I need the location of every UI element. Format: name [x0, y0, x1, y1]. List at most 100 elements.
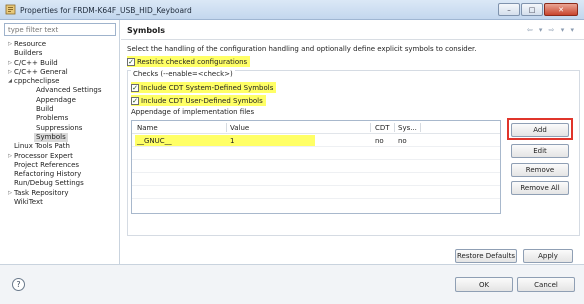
symbols-table[interactable]: Name Value CDT Sys... __GNUC__ 1 no no	[131, 120, 501, 214]
expand-arrow-icon[interactable]: ▷	[6, 59, 14, 68]
sidebar-item-cpp-general[interactable]: ▷ C/C++ General	[0, 68, 120, 77]
column-header-value[interactable]: Value	[230, 124, 249, 132]
restrict-configurations-label: Restrict checked configurations	[137, 57, 248, 66]
property-tree: ▷ Resource Builders ▷ C/C++ Build ▷ C/C+…	[0, 40, 120, 207]
symbol-name-cell: __GNUC__	[137, 137, 172, 145]
expand-arrow-icon[interactable]: ▷	[6, 40, 14, 49]
title-bar: Properties for FRDM-K64F_USB_HID_Keyboar…	[0, 0, 584, 20]
sidebar-item-label: C/C++ General	[14, 67, 68, 76]
checks-group-label: Checks (--enable=<check>)	[131, 70, 235, 78]
column-divider[interactable]	[370, 123, 371, 132]
sidebar-item-cpp-build[interactable]: ▷ C/C++ Build	[0, 59, 120, 68]
properties-icon	[5, 4, 16, 15]
sidebar-item-label: C/C++ Build	[14, 58, 58, 67]
sidebar-item-label: Appendage	[36, 95, 76, 104]
sidebar-item-linux-tools-path[interactable]: Linux Tools Path	[0, 142, 120, 151]
sidebar: ▷ Resource Builders ▷ C/C++ Build ▷ C/C+…	[0, 20, 120, 264]
table-row-empty	[132, 173, 500, 186]
sidebar-item-cppcheclipse[interactable]: ◢ cppcheclipse	[0, 77, 120, 86]
include-system-symbols-checkbox[interactable]: ✓ Include CDT System-Defined Symbols	[131, 82, 277, 93]
symbol-value-cell: 1	[230, 137, 235, 145]
window-title: Properties for FRDM-K64F_USB_HID_Keyboar…	[20, 6, 192, 15]
sidebar-item-label: Task Repository	[14, 188, 69, 197]
sidebar-item-label: Problems	[36, 114, 69, 123]
table-row-empty	[132, 160, 500, 173]
table-row-empty	[132, 147, 500, 160]
column-divider[interactable]	[394, 123, 395, 132]
table-row[interactable]: __GNUC__ 1 no no	[132, 134, 500, 147]
sidebar-item-resource[interactable]: ▷ Resource	[0, 40, 120, 49]
sidebar-item-wikitext[interactable]: WikiText	[0, 198, 120, 207]
sidebar-item-build[interactable]: Build	[0, 105, 120, 114]
close-button[interactable]: ✕	[544, 3, 578, 16]
sidebar-item-label: Advanced Settings	[36, 86, 102, 95]
column-header-cdt[interactable]: CDT	[375, 124, 390, 132]
sidebar-item-task-repository[interactable]: ▷ Task Repository	[0, 189, 120, 198]
dialog-footer: ? OK Cancel	[0, 264, 584, 304]
sidebar-item-label: Run/Debug Settings	[14, 179, 84, 188]
sidebar-item-advanced-settings[interactable]: Advanced Settings	[0, 86, 120, 95]
sidebar-item-label: Builders	[14, 49, 43, 58]
sidebar-item-appendage[interactable]: Appendage	[0, 96, 120, 105]
sidebar-item-label: Linux Tools Path	[14, 142, 70, 151]
help-icon[interactable]: ?	[12, 278, 25, 291]
sidebar-item-label: Resource	[14, 40, 47, 48]
collapse-arrow-icon[interactable]: ◢	[6, 77, 14, 86]
table-header: Name Value CDT Sys...	[132, 121, 500, 134]
checkbox-checked-icon[interactable]: ✓	[127, 57, 135, 66]
include-user-symbols-label: Include CDT User-Defined Symbols	[141, 96, 263, 105]
column-header-sys[interactable]: Sys...	[398, 124, 417, 132]
sidebar-item-refactoring-history[interactable]: Refactoring History	[0, 170, 120, 179]
expand-arrow-icon[interactable]: ▷	[6, 189, 14, 198]
sidebar-item-processor-expert[interactable]: ▷ Processor Expert	[0, 152, 120, 161]
include-user-symbols-checkbox[interactable]: ✓ Include CDT User-Defined Symbols	[131, 95, 266, 106]
sidebar-item-label: WikiText	[14, 198, 43, 207]
table-row-empty	[132, 186, 500, 199]
close-icon: ✕	[558, 5, 564, 14]
sidebar-item-builders[interactable]: Builders	[0, 49, 120, 58]
sidebar-item-label: Processor Expert	[14, 151, 73, 160]
minimize-button[interactable]: –	[498, 3, 520, 16]
maximize-icon: □	[528, 5, 536, 14]
sidebar-item-project-references[interactable]: Project References	[0, 161, 120, 170]
filter-input[interactable]	[4, 23, 116, 36]
page-title: Symbols	[127, 26, 166, 35]
ok-button[interactable]: OK	[455, 277, 513, 292]
restore-defaults-button[interactable]: Restore Defaults	[455, 249, 517, 263]
remove-button[interactable]: Remove	[511, 163, 569, 177]
sidebar-item-label: Project References	[14, 160, 80, 169]
add-button[interactable]: Add	[511, 123, 569, 137]
sidebar-item-problems[interactable]: Problems	[0, 114, 120, 123]
apply-button[interactable]: Apply	[523, 249, 573, 263]
symbols-page: Symbols ⇦ ▾ ⇨ ▾ ▾ Select the handling of…	[121, 20, 584, 264]
edit-button[interactable]: Edit	[511, 144, 569, 158]
history-nav-arrows-icon[interactable]: ⇦ ▾ ⇨ ▾ ▾	[527, 26, 576, 34]
window-controls: – □ ✕	[498, 3, 578, 16]
sidebar-item-label: Suppressions	[36, 123, 83, 132]
page-header: Symbols ⇦ ▾ ⇨ ▾ ▾	[121, 20, 584, 40]
appendage-label: Appendage of implementation files	[131, 108, 255, 116]
checkbox-checked-icon[interactable]: ✓	[131, 96, 139, 105]
expand-arrow-icon[interactable]: ▷	[6, 68, 14, 77]
maximize-button[interactable]: □	[521, 3, 543, 16]
expand-arrow-icon[interactable]: ▷	[6, 152, 14, 161]
sidebar-item-label: cppcheclipse	[14, 77, 60, 86]
remove-all-button[interactable]: Remove All	[511, 181, 569, 195]
include-system-symbols-label: Include CDT System-Defined Symbols	[141, 83, 274, 92]
cancel-button[interactable]: Cancel	[517, 277, 575, 292]
column-header-name[interactable]: Name	[137, 124, 158, 132]
symbol-sys-cell: no	[398, 137, 407, 145]
symbol-cdt-cell: no	[375, 137, 384, 145]
checkbox-checked-icon[interactable]: ✓	[131, 83, 139, 92]
sidebar-item-suppressions[interactable]: Suppressions	[0, 124, 120, 133]
minimize-icon: –	[507, 5, 511, 14]
restrict-configurations-checkbox[interactable]: ✓ Restrict checked configurations	[127, 56, 251, 67]
sidebar-item-run-debug-settings[interactable]: Run/Debug Settings	[0, 179, 120, 188]
sidebar-item-label: Symbols	[34, 132, 68, 143]
sidebar-item-symbols[interactable]: Symbols	[0, 132, 120, 143]
column-divider[interactable]	[226, 123, 227, 132]
sidebar-item-label: Build	[36, 105, 54, 114]
sidebar-item-label: Refactoring History	[14, 170, 82, 179]
column-divider[interactable]	[420, 123, 421, 132]
page-description: Select the handling of the configuration…	[127, 45, 477, 53]
